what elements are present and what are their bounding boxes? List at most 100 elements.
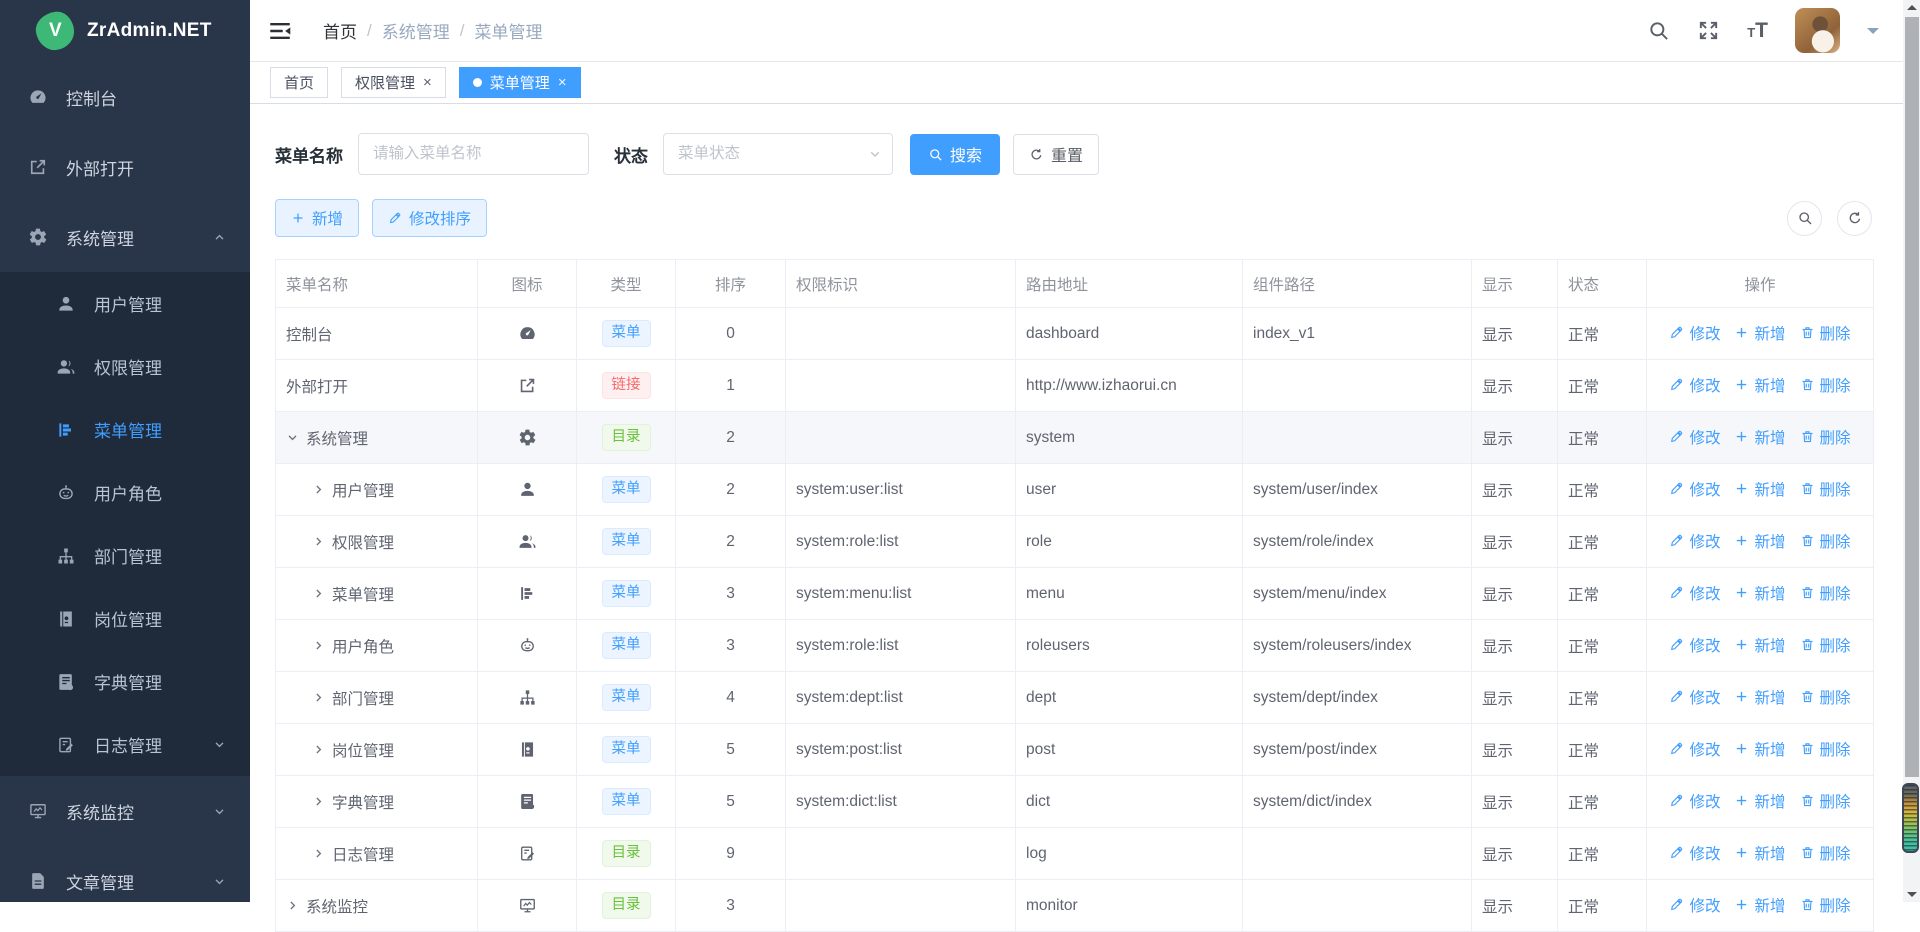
reset-button[interactable]: 重置 [1013,134,1099,175]
expand-right-icon[interactable] [312,743,325,756]
delete-link[interactable]: 删除 [1800,894,1851,916]
sidebar-item-post-mgmt[interactable]: 岗位管理 [0,587,250,650]
add-link[interactable]: 新增 [1734,426,1785,448]
add-button[interactable]: 新增 [275,199,359,237]
type-tag: 菜单 [602,788,651,815]
expand-right-icon[interactable] [312,795,325,808]
delete-link[interactable]: 删除 [1800,738,1851,760]
edit-link[interactable]: 修改 [1669,426,1720,448]
delete-link[interactable]: 删除 [1800,322,1851,344]
add-link[interactable]: 新增 [1734,842,1785,864]
sidebar-toggle-icon[interactable] [267,18,293,44]
add-link[interactable]: 新增 [1734,478,1785,500]
page-scrollbar[interactable] [1903,0,1920,902]
edit-link[interactable]: 修改 [1669,790,1720,812]
delete-link[interactable]: 删除 [1800,426,1851,448]
expand-right-icon[interactable] [312,847,325,860]
font-size-icon[interactable]: TT [1747,20,1768,41]
sidebar-item-dashboard[interactable]: 控制台 [0,62,250,132]
cell-component-path: system/post/index [1243,724,1472,776]
status-select-input[interactable] [663,133,893,175]
sidebar-item-label: 菜单管理 [94,417,162,442]
delete-link[interactable]: 删除 [1800,478,1851,500]
sidebar-item-monitor[interactable]: 系统监控 [0,776,250,846]
edit-link[interactable]: 修改 [1669,738,1720,760]
sidebar-item-dept-mgmt[interactable]: 部门管理 [0,524,250,587]
edit-link[interactable]: 修改 [1669,374,1720,396]
add-link[interactable]: 新增 [1734,374,1785,396]
show-search-button[interactable] [1787,201,1822,236]
edit-link[interactable]: 修改 [1669,894,1720,916]
edit-link[interactable]: 修改 [1669,634,1720,656]
expand-right-icon[interactable] [312,691,325,704]
delete-link[interactable]: 删除 [1800,374,1851,396]
status-select[interactable] [663,133,893,175]
sidebar-item-user-role[interactable]: 用户角色 [0,461,250,524]
fullscreen-icon[interactable] [1697,19,1720,42]
add-link[interactable]: 新增 [1734,686,1785,708]
scroll-down-arrow-icon[interactable] [1907,892,1917,897]
search-icon[interactable] [1647,19,1670,42]
add-link[interactable]: 新增 [1734,894,1785,916]
tab-权限管理[interactable]: 权限管理× [341,67,446,98]
close-icon[interactable]: × [423,75,432,90]
tab-菜单管理[interactable]: 菜单管理× [459,67,581,98]
sidebar-item-dict-mgmt[interactable]: 字典管理 [0,650,250,713]
tab-首页[interactable]: 首页 [270,67,328,98]
delete-link[interactable]: 删除 [1800,634,1851,656]
add-link[interactable]: 新增 [1734,634,1785,656]
edit-sort-button[interactable]: 修改排序 [372,199,487,237]
add-link[interactable]: 新增 [1734,738,1785,760]
expand-right-icon[interactable] [312,639,325,652]
expand-right-icon[interactable] [312,483,325,496]
cell-icon [478,412,577,464]
scroll-up-arrow-icon[interactable] [1907,5,1917,10]
menu-name-text: 控制台 [286,323,333,345]
op-label: 新增 [1754,790,1785,812]
cell-sort: 3 [676,568,786,620]
search-button[interactable]: 搜索 [910,134,1000,175]
scrollbar-thumb[interactable] [1905,17,1919,777]
expand-right-icon[interactable] [312,587,325,600]
sidebar-item-menu-mgmt[interactable]: 菜单管理 [0,398,250,461]
edit-link[interactable]: 修改 [1669,478,1720,500]
app-logo[interactable]: V ZrAdmin.NET [0,0,250,62]
cell-permission [786,828,1016,880]
edit-link[interactable]: 修改 [1669,686,1720,708]
sidebar-item-user-mgmt[interactable]: 用户管理 [0,272,250,335]
sidebar-item-article[interactable]: 文章管理 [0,846,250,916]
edit-link[interactable]: 修改 [1669,582,1720,604]
scrollbar-color-widget[interactable] [1902,783,1919,853]
delete-link[interactable]: 删除 [1800,842,1851,864]
close-icon[interactable]: × [558,75,567,90]
add-link[interactable]: 新增 [1734,582,1785,604]
add-link[interactable]: 新增 [1734,322,1785,344]
sidebar-item-log-mgmt[interactable]: 日志管理 [0,713,250,776]
edit-link[interactable]: 修改 [1669,842,1720,864]
edit-link[interactable]: 修改 [1669,530,1720,552]
sidebar-item-system[interactable]: 系统管理 [0,202,250,272]
user-menu-caret-icon[interactable] [1867,28,1879,40]
delete-link[interactable]: 删除 [1800,582,1851,604]
plus-icon [1734,585,1749,600]
add-link[interactable]: 新增 [1734,790,1785,812]
table-row: 字典管理菜单5system:dict:listdictsystem/dict/i… [276,776,1874,828]
expand-right-icon[interactable] [286,899,299,912]
expand-down-icon[interactable] [286,431,299,444]
delete-link[interactable]: 删除 [1800,790,1851,812]
sidebar-item-external-open[interactable]: 外部打开 [0,132,250,202]
log-icon [518,844,537,863]
add-link[interactable]: 新增 [1734,530,1785,552]
menu-name-input[interactable] [358,133,589,175]
edit-link[interactable]: 修改 [1669,322,1720,344]
avatar[interactable] [1795,8,1840,53]
delete-link[interactable]: 删除 [1800,686,1851,708]
sidebar-item-role-mgmt[interactable]: 权限管理 [0,335,250,398]
refresh-icon [1029,147,1044,162]
refresh-table-button[interactable] [1837,201,1872,236]
delete-link[interactable]: 删除 [1800,530,1851,552]
expand-right-icon[interactable] [312,535,325,548]
breadcrumb-item[interactable]: 首页 [323,18,357,43]
dict-icon [518,792,537,811]
menu-name-wrap: 权限管理 [286,531,467,553]
